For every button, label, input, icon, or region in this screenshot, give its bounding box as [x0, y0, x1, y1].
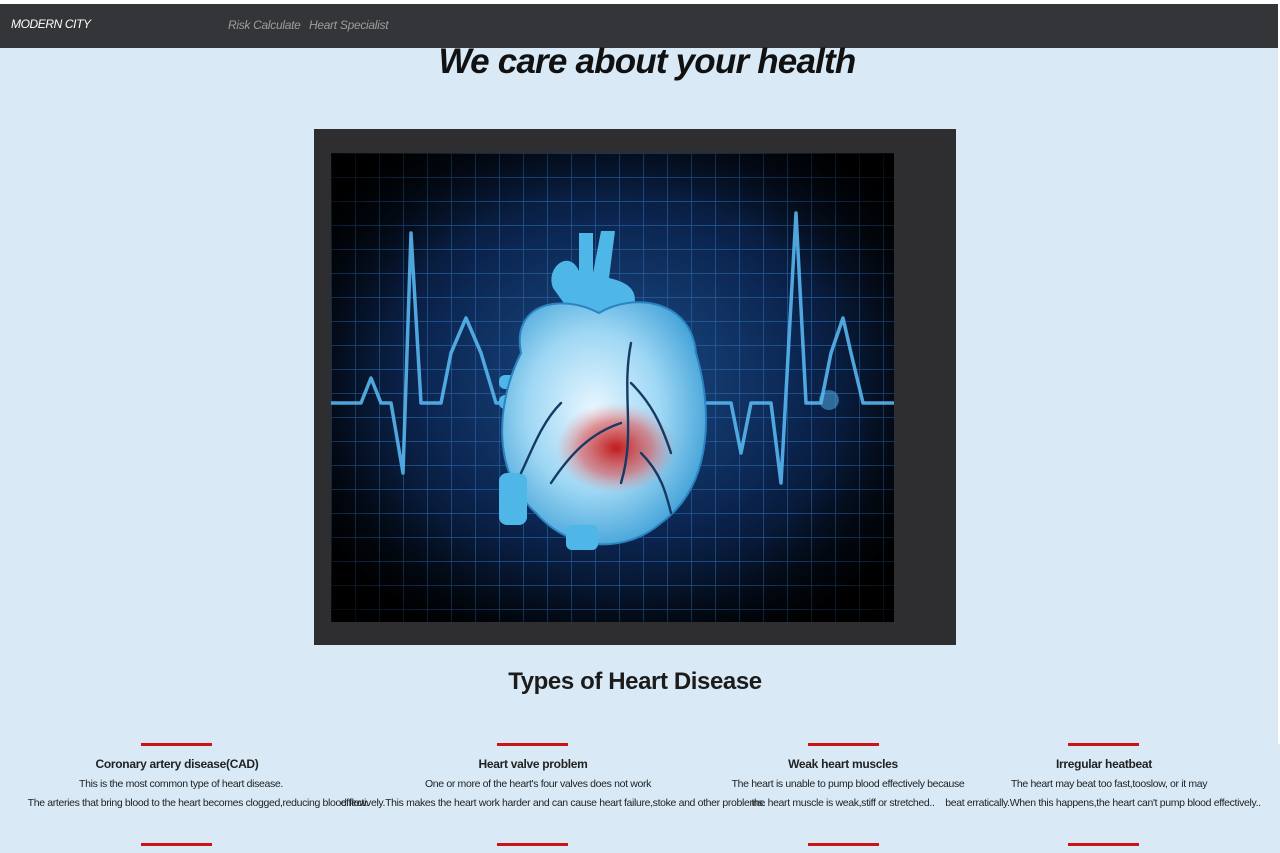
card-description-line-1: One or more of the heart's four valves d… [424, 778, 652, 790]
card-accent-bar-top [808, 743, 879, 746]
card-description-line-2: The arteries that bring blood to the hea… [27, 797, 369, 809]
card-description-line-1: The heart is unable to pump blood effect… [731, 778, 965, 790]
card-accent-bar-top [497, 743, 568, 746]
heart-ecg-illustration [331, 153, 894, 622]
card-description-line-1: This is the most common type of heart di… [79, 778, 283, 790]
card-accent-bar-bottom [497, 843, 568, 846]
nav-link-heart-specialist[interactable]: Heart Specialist [309, 18, 389, 32]
brand-logo[interactable]: MODERN CITY [11, 17, 91, 31]
card-description-line-2: beat erratically.When this happens,the h… [945, 797, 1261, 809]
section-title: Types of Heart Disease [508, 668, 762, 695]
card-title: Irregular heatbeat [1056, 757, 1152, 771]
card-title: Heart valve problem [478, 757, 588, 771]
card-description-line-1: The heart may beat too fast,tooslow, or … [1010, 778, 1208, 790]
card-description-line-2: the heart muscle is weak,stiff or stretc… [751, 797, 935, 809]
card-description-line-2: effectively.This makes the heart work ha… [340, 797, 766, 809]
hero-title: We care about your health [438, 42, 857, 81]
nav-link-risk-calculate[interactable]: Risk Calculate [228, 18, 301, 32]
hero-image-frame [314, 129, 956, 645]
card-accent-bar-top [1068, 743, 1139, 746]
card-title: Coronary artery disease(CAD) [95, 757, 259, 771]
card-accent-bar-bottom [141, 843, 212, 846]
card-accent-bar-bottom [808, 843, 879, 846]
card-accent-bar-bottom [1068, 843, 1139, 846]
card-accent-bar-top [141, 743, 212, 746]
card-title: Weak heart muscles [788, 757, 898, 771]
